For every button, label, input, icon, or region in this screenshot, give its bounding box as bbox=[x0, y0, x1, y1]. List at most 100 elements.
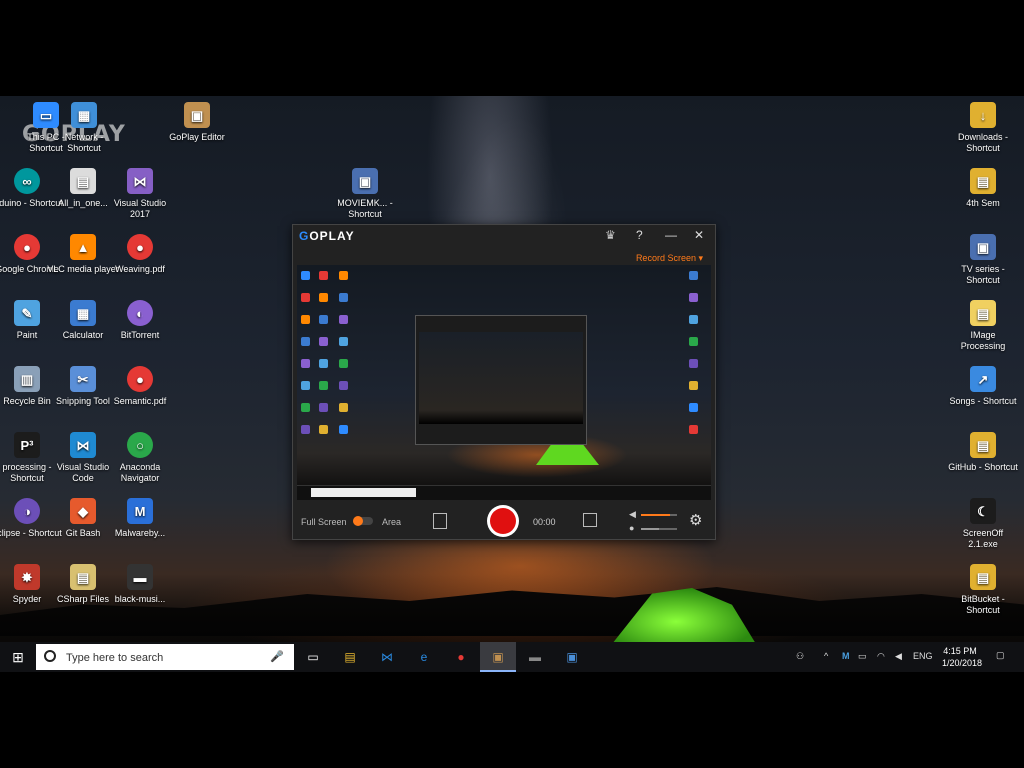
desktop-icon-glyph-icon: ● bbox=[14, 234, 40, 260]
preview-icon bbox=[339, 293, 348, 302]
preview-icon bbox=[319, 337, 328, 346]
desktop-icon-glyph-icon: ▣ bbox=[970, 234, 996, 260]
desktop-icon[interactable]: ↓ Downloads - Shortcut bbox=[947, 102, 1019, 154]
desktop-icon-glyph-icon: ↗ bbox=[970, 366, 996, 392]
preview-icon bbox=[339, 381, 348, 390]
desktop-icon[interactable]: ▤ BitBucket - Shortcut bbox=[947, 564, 1019, 616]
desktop-icon[interactable]: ⋈ Visual Studio 2017 bbox=[104, 168, 176, 220]
desktop-icon-label: Semantic.pdf bbox=[113, 396, 167, 406]
desktop-icon[interactable]: ◐ BitTorrent bbox=[104, 300, 176, 341]
preview-icon bbox=[301, 359, 310, 368]
preview-icon bbox=[339, 271, 348, 280]
preview-icon bbox=[339, 359, 348, 368]
desktop-icon[interactable]: ▦ Network - Shortcut bbox=[48, 102, 120, 154]
goplay-logo-text: OPLAY bbox=[309, 229, 355, 243]
desktop-icon[interactable]: ▣ TV series - Shortcut bbox=[947, 234, 1019, 286]
desktop-icon-glyph-icon: P³ bbox=[14, 432, 40, 458]
desktop-icon-label: BitBucket - Shortcut bbox=[961, 594, 1005, 615]
desktop-icon-label: BitTorrent bbox=[120, 330, 160, 340]
show-hidden-icons-chevron[interactable]: ^ bbox=[824, 651, 828, 661]
desktop-icon-label: Downloads - Shortcut bbox=[957, 132, 1009, 153]
desktop-icon-glyph-icon: ▤ bbox=[970, 564, 996, 590]
file-explorer-icon[interactable]: ▤ bbox=[341, 648, 359, 666]
record-mode-dropdown[interactable]: Record Screen ▾ bbox=[636, 253, 703, 264]
desktop-icon-label: Malwareby... bbox=[114, 528, 166, 538]
desktop-icon[interactable]: ○ Anaconda Navigator bbox=[104, 432, 176, 484]
crown-icon[interactable]: ♛ bbox=[605, 228, 616, 242]
volume-icon[interactable]: ◀ bbox=[895, 651, 902, 662]
desktop-icon[interactable]: ▬ black-musi... bbox=[104, 564, 176, 605]
desktop-icon-glyph-icon: ✎ bbox=[14, 300, 40, 326]
microphone-icon[interactable]: ● bbox=[629, 523, 634, 533]
preview-icon bbox=[689, 315, 698, 324]
clock[interactable]: 4:15 PM 1/20/2018 bbox=[942, 645, 982, 669]
goplay-icon[interactable]: ▣ bbox=[489, 648, 507, 666]
malwarebytes-tray-icon[interactable]: M bbox=[842, 651, 850, 661]
desktop-icon[interactable]: ▤ GitHub - Shortcut bbox=[947, 432, 1019, 473]
desktop-icon-glyph-icon: ▥ bbox=[14, 366, 40, 392]
desktop-icon-glyph-icon: ☾ bbox=[970, 498, 996, 524]
people-icon[interactable]: ⚇ bbox=[796, 651, 804, 662]
chrome-icon[interactable]: ● bbox=[452, 648, 470, 666]
search-placeholder: Type here to search bbox=[66, 652, 164, 664]
preview-icon bbox=[339, 337, 348, 346]
webcam-icon[interactable] bbox=[583, 513, 597, 527]
taskbar-search[interactable]: Type here to search 🎤 bbox=[36, 644, 294, 670]
desktop-icon[interactable]: ↗ Songs - Shortcut bbox=[947, 366, 1019, 407]
settings-icon[interactable]: ⚙ bbox=[689, 511, 702, 529]
preview-icon bbox=[301, 381, 310, 390]
wifi-icon[interactable]: ◠ bbox=[877, 651, 885, 662]
fullscreen-area-toggle[interactable] bbox=[353, 516, 373, 526]
mic-slider[interactable] bbox=[641, 528, 677, 530]
help-button[interactable]: ? bbox=[636, 228, 643, 242]
minimize-button[interactable]: — bbox=[665, 228, 677, 242]
desktop-icon-glyph-icon: ⋈ bbox=[70, 432, 96, 458]
desktop-icon-label: Network - Shortcut bbox=[64, 132, 104, 153]
volume-fill bbox=[641, 514, 670, 516]
desktop-icon[interactable]: ● Weaving.pdf bbox=[104, 234, 176, 275]
desktop-icon[interactable]: ● Semantic.pdf bbox=[104, 366, 176, 407]
recorder-title-bar[interactable]: GOPLAY ♛ ? — ✕ bbox=[293, 225, 715, 247]
desktop-icon-glyph-icon: ⋈ bbox=[127, 168, 153, 194]
desktop-icon-glyph-icon: ▦ bbox=[71, 102, 97, 128]
desktop-icon[interactable]: ▤ IMage Processing bbox=[947, 300, 1019, 352]
desktop-icon-glyph-icon: ◐ bbox=[127, 300, 153, 326]
edge-icon[interactable]: e bbox=[415, 648, 433, 666]
desktop-icon-glyph-icon: ▣ bbox=[352, 168, 378, 194]
device-tray-icon[interactable]: ▭ bbox=[858, 651, 867, 662]
goplay-recorder-window[interactable]: GOPLAY ♛ ? — ✕ Record Screen ▾ Full Scre… bbox=[292, 224, 716, 540]
speaker-icon[interactable]: ◀ bbox=[629, 509, 636, 520]
desktop-icon-label: Weaving.pdf bbox=[115, 264, 165, 274]
preview-icon bbox=[689, 337, 698, 346]
desktop-icon-glyph-icon: ▲ bbox=[70, 234, 96, 260]
desktop-icon-glyph-icon: ▬ bbox=[127, 564, 153, 590]
task-view-icon[interactable]: ▭ bbox=[304, 648, 322, 666]
volume-slider[interactable] bbox=[641, 514, 677, 516]
photos-icon[interactable]: ▣ bbox=[563, 648, 581, 666]
desktop-icon[interactable]: ▤ 4th Sem bbox=[947, 168, 1019, 209]
visual-studio-code-icon[interactable]: ⋈ bbox=[378, 648, 396, 666]
desktop-icon[interactable]: ▣ GoPlay Editor bbox=[161, 102, 233, 143]
preview-search-box bbox=[311, 488, 416, 497]
desktop-icon-glyph-icon: ✸ bbox=[14, 564, 40, 590]
microphone-icon[interactable]: 🎤 bbox=[270, 650, 284, 663]
language-indicator[interactable]: ENG bbox=[913, 651, 933, 661]
preview-icon bbox=[689, 271, 698, 280]
notifications-icon[interactable]: ▢ bbox=[996, 650, 1005, 661]
desktop-icon[interactable]: ☾ ScreenOff 2.1.exe bbox=[947, 498, 1019, 550]
desktop-icon-glyph-icon: ◑ bbox=[14, 498, 40, 524]
desktop-icon[interactable]: ▣ MOVIEMK... - Shortcut bbox=[329, 168, 401, 220]
start-icon[interactable]: ⊞ bbox=[9, 648, 27, 666]
preview-icon bbox=[301, 403, 310, 412]
desktop-icon-label: TV series - Shortcut bbox=[961, 264, 1005, 285]
preview-icon bbox=[339, 315, 348, 324]
record-button[interactable] bbox=[487, 505, 519, 537]
terminal-icon[interactable]: ▬ bbox=[526, 648, 544, 666]
preview-icon bbox=[689, 359, 698, 368]
desktop-icon-label: Songs - Shortcut bbox=[949, 396, 1017, 406]
close-button[interactable]: ✕ bbox=[694, 228, 704, 242]
desktop-icon[interactable]: M Malwareby... bbox=[104, 498, 176, 539]
preview-icon bbox=[689, 293, 698, 302]
goplay-logo-g: G bbox=[299, 229, 310, 243]
screenshot-icon[interactable] bbox=[433, 513, 447, 529]
